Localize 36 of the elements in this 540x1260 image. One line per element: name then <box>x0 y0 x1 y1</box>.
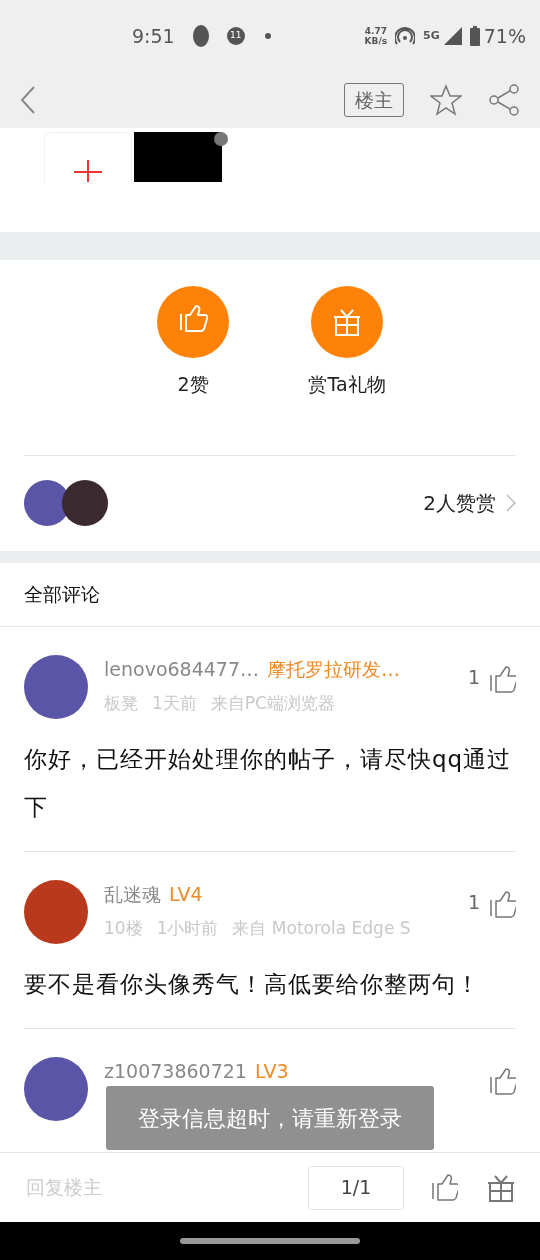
signal-icon <box>443 27 462 45</box>
network-label: 5G <box>423 27 440 44</box>
gift-icon <box>332 307 362 337</box>
battery-percent: 71% <box>483 23 526 49</box>
username[interactable]: z10073860721 <box>104 1056 247 1085</box>
back-icon[interactable] <box>20 85 36 115</box>
net-speed-unit: KB/s <box>364 36 388 46</box>
user-tag: 摩托罗拉研发… <box>267 654 401 683</box>
status-time: 9:51 <box>132 23 175 49</box>
comment-text: 要不是看你头像秀气！高低要给你整两句！ <box>24 969 481 999</box>
notification-badge: 11 <box>226 27 245 45</box>
battery-icon <box>469 26 480 46</box>
add-image-tile[interactable] <box>44 132 132 182</box>
reward-summary[interactable]: 2人赞赏 <box>423 488 496 518</box>
chevron-right-icon <box>506 494 516 512</box>
star-icon[interactable] <box>430 84 462 116</box>
net-speed-value: 4.77 <box>364 26 387 36</box>
like-count: 2赞 <box>177 372 209 397</box>
login-timeout-toast: 登录信息超时，请重新登录 <box>106 1086 434 1150</box>
like-count: 1 <box>467 889 480 915</box>
avatar <box>62 480 108 526</box>
plus-icon <box>74 160 102 182</box>
gift-label: 赏Ta礼物 <box>308 372 386 397</box>
username[interactable]: 乱迷魂 <box>104 879 161 908</box>
comments-heading: 全部评论 <box>24 581 100 607</box>
username[interactable]: lenovo684477… <box>104 654 260 683</box>
hotspot-icon <box>395 26 416 46</box>
user-tag: LV4 <box>169 879 203 908</box>
share-icon[interactable] <box>488 84 520 116</box>
like-count: 1 <box>467 664 480 690</box>
user-tag: LV3 <box>254 1056 289 1085</box>
dot-icon <box>264 33 271 39</box>
comment-text: 你好，已经开始处理你的帖子，请尽快qq通过下 <box>24 744 513 822</box>
remove-icon[interactable] <box>214 132 228 146</box>
owner-filter-button[interactable]: 楼主 <box>344 82 404 118</box>
page-indicator[interactable]: 1/1 <box>308 1165 404 1210</box>
